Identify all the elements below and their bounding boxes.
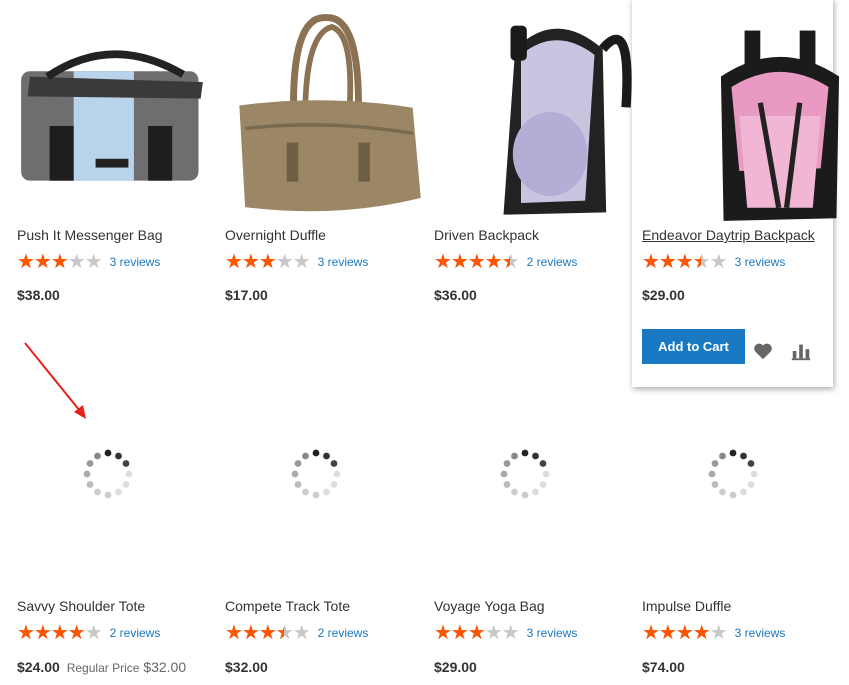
loading-spinner-icon — [708, 449, 758, 499]
endeavor-daytrip-backpack-image[interactable] — [676, 24, 849, 234]
product-name-link[interactable]: Compete Track Tote — [225, 598, 350, 614]
annotation-arrow-icon — [24, 342, 86, 419]
product-rating: ★★★★★★★★★★ 3 reviews — [225, 252, 368, 272]
rating-stars-icon: ★★★★★★★★★★ — [642, 622, 728, 644]
loading-spinner-icon — [83, 449, 133, 499]
reviews-link[interactable]: 2 reviews — [318, 626, 369, 640]
reviews-link[interactable]: 2 reviews — [110, 626, 161, 640]
product-price: $17.00 — [225, 287, 268, 303]
reviews-link[interactable]: 3 reviews — [735, 626, 786, 640]
special-price: $24.00 — [17, 659, 60, 675]
loading-spinner-icon — [291, 449, 341, 499]
regular-price-label: Regular Price — [66, 661, 140, 675]
product-name-link[interactable]: Driven Backpack — [434, 227, 539, 243]
add-to-cart-button[interactable]: Add to Cart — [642, 329, 745, 364]
product-price: $74.00 — [642, 659, 685, 675]
product-name-link[interactable]: Impulse Duffle — [642, 598, 731, 614]
product-name-link[interactable]: Savvy Shoulder Tote — [17, 598, 145, 614]
product-rating: ★★★★★★★★★★ 3 reviews — [434, 623, 577, 643]
rating-stars-icon: ★★★★★★★★★★ — [225, 251, 311, 273]
product-price: $24.00 Regular Price $32.00 — [17, 659, 186, 675]
product-price: $29.00 — [642, 287, 685, 303]
product-rating: ★★★★★★★★★★ 2 reviews — [17, 623, 160, 643]
reviews-link[interactable]: 3 reviews — [318, 255, 369, 269]
driven-backpack-image[interactable] — [452, 14, 660, 224]
bar-chart-icon[interactable] — [790, 340, 812, 362]
heart-icon[interactable] — [752, 340, 774, 362]
rating-stars-icon: ★★★★★★★★★★ — [434, 622, 520, 644]
product-rating: ★★★★★★★★★★ 3 reviews — [642, 252, 785, 272]
product-rating: ★★★★★★★★★★ 2 reviews — [225, 623, 368, 643]
product-name-link[interactable]: Voyage Yoga Bag — [434, 598, 545, 614]
reviews-link[interactable]: 3 reviews — [735, 255, 786, 269]
product-price: $29.00 — [434, 659, 477, 675]
product-price: $36.00 — [434, 287, 477, 303]
rating-stars-icon: ★★★★★★★★★★ — [17, 622, 103, 644]
product-name-link[interactable]: Endeavor Daytrip Backpack — [642, 227, 815, 243]
product-rating: ★★★★★★★★★★ 3 reviews — [642, 623, 785, 643]
reviews-link[interactable]: 3 reviews — [527, 626, 578, 640]
reviews-link[interactable]: 2 reviews — [527, 255, 578, 269]
product-rating: ★★★★★★★★★★ 2 reviews — [434, 252, 577, 272]
loading-spinner-icon — [500, 449, 550, 499]
rating-stars-icon: ★★★★★★★★★★ — [434, 251, 520, 273]
product-price: $32.00 — [225, 659, 268, 675]
rating-stars-icon: ★★★★★★★★★★ — [225, 622, 311, 644]
regular-price: $32.00 — [143, 659, 187, 675]
overnight-duffle-image[interactable] — [222, 12, 430, 222]
rating-stars-icon: ★★★★★★★★★★ — [642, 251, 728, 273]
product-name-link[interactable]: Overnight Duffle — [225, 227, 326, 243]
